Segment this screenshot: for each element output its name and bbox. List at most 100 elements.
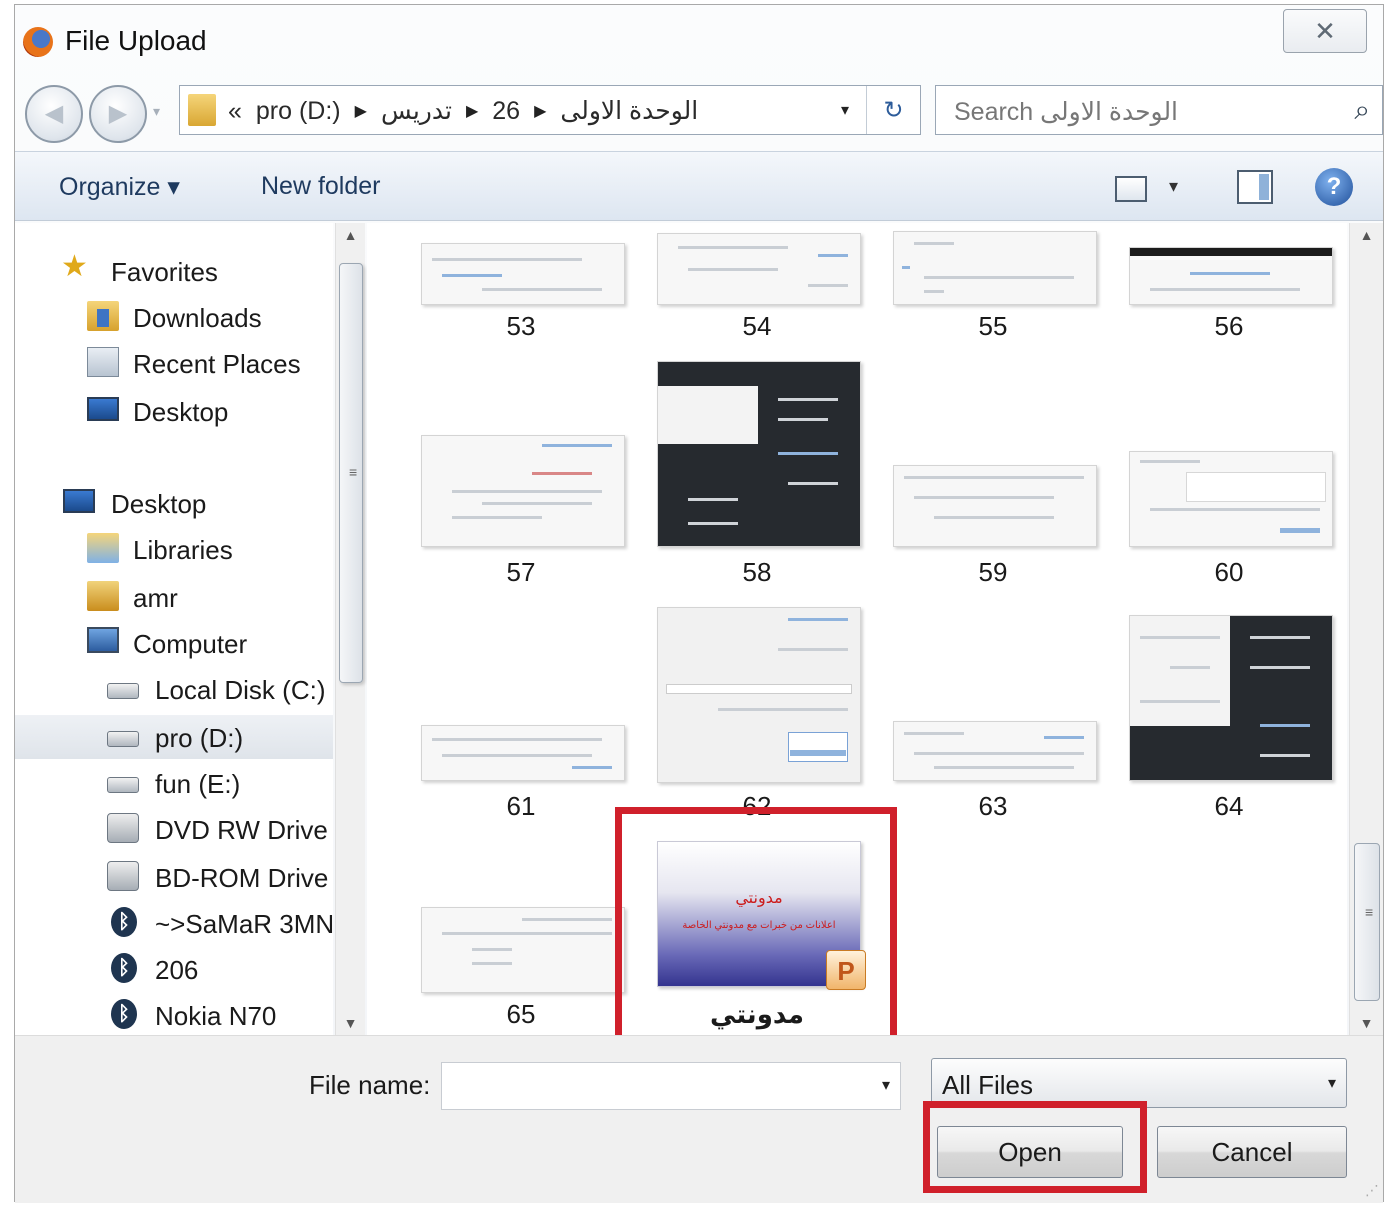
sidebar-item-pro-d[interactable]: pro (D:) bbox=[15, 715, 333, 759]
file-thumbnail bbox=[421, 907, 625, 993]
breadcrumb-item-current[interactable]: الوحدة الاولى bbox=[560, 96, 698, 126]
sidebar-item-computer[interactable]: Computer bbox=[15, 621, 333, 665]
sidebar-item-label: Recent Places bbox=[133, 349, 301, 379]
breadcrumb-separator-icon[interactable]: ▶ bbox=[355, 101, 367, 121]
scroll-down-icon[interactable]: ▼ bbox=[336, 1015, 365, 1031]
address-bar[interactable]: « pro (D:) ▶ تدريس ▶ 26 ▶ الوحدة الاولى … bbox=[179, 85, 921, 135]
recent-locations-dropdown[interactable]: ▾ bbox=[153, 103, 160, 120]
bluetooth-icon: ᛒ bbox=[111, 953, 137, 983]
local-disk-icon bbox=[107, 683, 139, 699]
refresh-button[interactable]: ↻ bbox=[866, 86, 920, 134]
sidebar-item-recent-places[interactable]: Recent Places bbox=[15, 341, 333, 385]
sidebar-item-bd-rom[interactable]: BD-ROM Drive bbox=[15, 855, 333, 899]
search-icon[interactable]: ⌕ bbox=[1354, 94, 1370, 127]
scrollbar-thumb[interactable]: ≡ bbox=[339, 263, 363, 683]
sidebar-item-bt-samar[interactable]: ᛒ ~>SaMaR 3MN bbox=[15, 901, 333, 945]
search-input[interactable]: Search الوحدة الاولى bbox=[954, 97, 1178, 127]
close-icon: ✕ bbox=[1314, 15, 1336, 46]
sidebar-item-label: pro (D:) bbox=[155, 723, 244, 753]
scroll-up-icon[interactable]: ▲ bbox=[336, 227, 365, 243]
breadcrumb-item-folder[interactable]: 26 bbox=[492, 97, 520, 126]
drive-icon bbox=[107, 731, 139, 747]
file-name: 55 bbox=[978, 311, 1008, 341]
file-name: 59 bbox=[978, 557, 1008, 587]
sidebar-item-fun-e[interactable]: fun (E:) bbox=[15, 761, 333, 805]
sidebar-item-bt-nokia[interactable]: ᛒ Nokia N70 bbox=[15, 993, 333, 1035]
file-name: 63 bbox=[978, 791, 1008, 821]
file-name-field[interactable]: ▾ bbox=[441, 1062, 901, 1110]
sidebar-item-label: Computer bbox=[133, 629, 248, 659]
sidebar-item-label: fun (E:) bbox=[155, 769, 241, 799]
breadcrumb-item-folder[interactable]: تدريس bbox=[381, 96, 452, 126]
bluetooth-icon: ᛒ bbox=[111, 907, 137, 937]
sidebar-item-local-disk-c[interactable]: Local Disk (C:) bbox=[15, 667, 333, 711]
new-folder-button[interactable]: New folder bbox=[261, 172, 381, 201]
address-dropdown-button[interactable]: ▾ bbox=[830, 86, 860, 134]
breadcrumb-item-drive[interactable]: pro (D:) bbox=[256, 97, 341, 126]
sidebar-item-dvd-rw[interactable]: DVD RW Drive ( bbox=[15, 807, 333, 851]
scrollbar-thumb[interactable]: ≡ bbox=[1354, 843, 1380, 1001]
chevron-down-icon: ▾ bbox=[1327, 1075, 1336, 1092]
sidebar-item-label: Libraries bbox=[133, 535, 233, 565]
file-name: 57 bbox=[506, 557, 536, 587]
breadcrumb-overflow-button[interactable]: « bbox=[228, 97, 242, 126]
forward-arrow-icon: ▶ bbox=[108, 100, 128, 127]
file-name: 53 bbox=[506, 311, 536, 341]
cancel-button[interactable]: Cancel bbox=[1157, 1126, 1347, 1178]
breadcrumb-separator-icon[interactable]: ▶ bbox=[534, 101, 546, 121]
file-thumbnail bbox=[893, 231, 1097, 305]
file-thumbnail bbox=[893, 465, 1097, 547]
folder-icon bbox=[188, 94, 216, 126]
command-toolbar: Organize ▾ New folder ▾ ? bbox=[15, 151, 1383, 221]
view-options-dropdown[interactable]: ▾ bbox=[1169, 176, 1178, 197]
sidebar-item-label: BD-ROM Drive bbox=[155, 863, 329, 893]
file-name: 54 bbox=[742, 311, 772, 341]
file-list-scrollbar[interactable]: ▲ ≡ ▼ bbox=[1349, 223, 1383, 1035]
file-name: 56 bbox=[1214, 311, 1244, 341]
organize-button[interactable]: Organize ▾ bbox=[59, 172, 180, 202]
drive-icon bbox=[107, 777, 139, 793]
file-thumbnail bbox=[1129, 615, 1333, 781]
dialog-title: File Upload bbox=[65, 25, 207, 56]
scroll-up-icon[interactable]: ▲ bbox=[1350, 227, 1383, 243]
scroll-down-icon[interactable]: ▼ bbox=[1350, 1015, 1383, 1031]
recent-places-icon bbox=[87, 347, 119, 377]
highlight-box bbox=[615, 807, 897, 1043]
file-thumbnail bbox=[657, 233, 861, 305]
desktop-icon bbox=[87, 397, 119, 421]
sidebar-item-desktop-root[interactable]: Desktop bbox=[15, 481, 333, 525]
sidebar-item-label: Favorites bbox=[111, 257, 218, 287]
sidebar-item-label: Local Disk (C:) bbox=[155, 675, 326, 705]
file-name: 60 bbox=[1214, 557, 1244, 587]
sidebar-item-label: Desktop bbox=[133, 397, 229, 427]
sidebar-item-downloads[interactable]: Downloads bbox=[15, 295, 333, 339]
file-name-dropdown[interactable]: ▾ bbox=[882, 1075, 890, 1095]
file-name: 61 bbox=[506, 791, 536, 821]
user-folder-icon bbox=[87, 581, 119, 611]
help-icon[interactable]: ? bbox=[1315, 168, 1353, 206]
file-name: 58 bbox=[742, 557, 772, 587]
file-name: 64 bbox=[1214, 791, 1244, 821]
search-box[interactable]: Search الوحدة الاولى ⌕ bbox=[935, 85, 1383, 135]
computer-icon bbox=[87, 627, 119, 653]
breadcrumb-separator-icon[interactable]: ▶ bbox=[466, 101, 478, 121]
sidebar-item-bt-206[interactable]: ᛒ 206 bbox=[15, 947, 333, 991]
change-view-icon[interactable] bbox=[1115, 176, 1147, 202]
forward-button[interactable]: ▶ bbox=[89, 85, 147, 143]
file-upload-dialog: File Upload ✕ ◀ ▶ ▾ « pro (D:) ▶ تدريس ▶… bbox=[14, 4, 1384, 1203]
sidebar-item-libraries[interactable]: Libraries bbox=[15, 527, 333, 571]
resize-grip-icon[interactable]: ⋰ bbox=[1365, 1182, 1379, 1199]
sidebar-item-label: ~>SaMaR 3MN bbox=[155, 909, 333, 939]
desktop-icon bbox=[63, 489, 95, 513]
back-button[interactable]: ◀ bbox=[25, 85, 83, 143]
close-button[interactable]: ✕ bbox=[1283, 9, 1367, 53]
libraries-icon bbox=[87, 533, 119, 563]
title-bar: File Upload ✕ bbox=[15, 5, 1383, 75]
sidebar-item-favorites[interactable]: ★ Favorites bbox=[15, 249, 333, 293]
navigation-scrollbar[interactable]: ▲ ≡ ▼ bbox=[335, 223, 365, 1035]
preview-pane-icon[interactable] bbox=[1237, 170, 1273, 204]
sidebar-item-desktop[interactable]: Desktop bbox=[15, 389, 333, 433]
back-arrow-icon: ◀ bbox=[44, 100, 64, 127]
sidebar-item-amr[interactable]: amr bbox=[15, 575, 333, 619]
sidebar-item-label: DVD RW Drive ( bbox=[155, 815, 333, 845]
